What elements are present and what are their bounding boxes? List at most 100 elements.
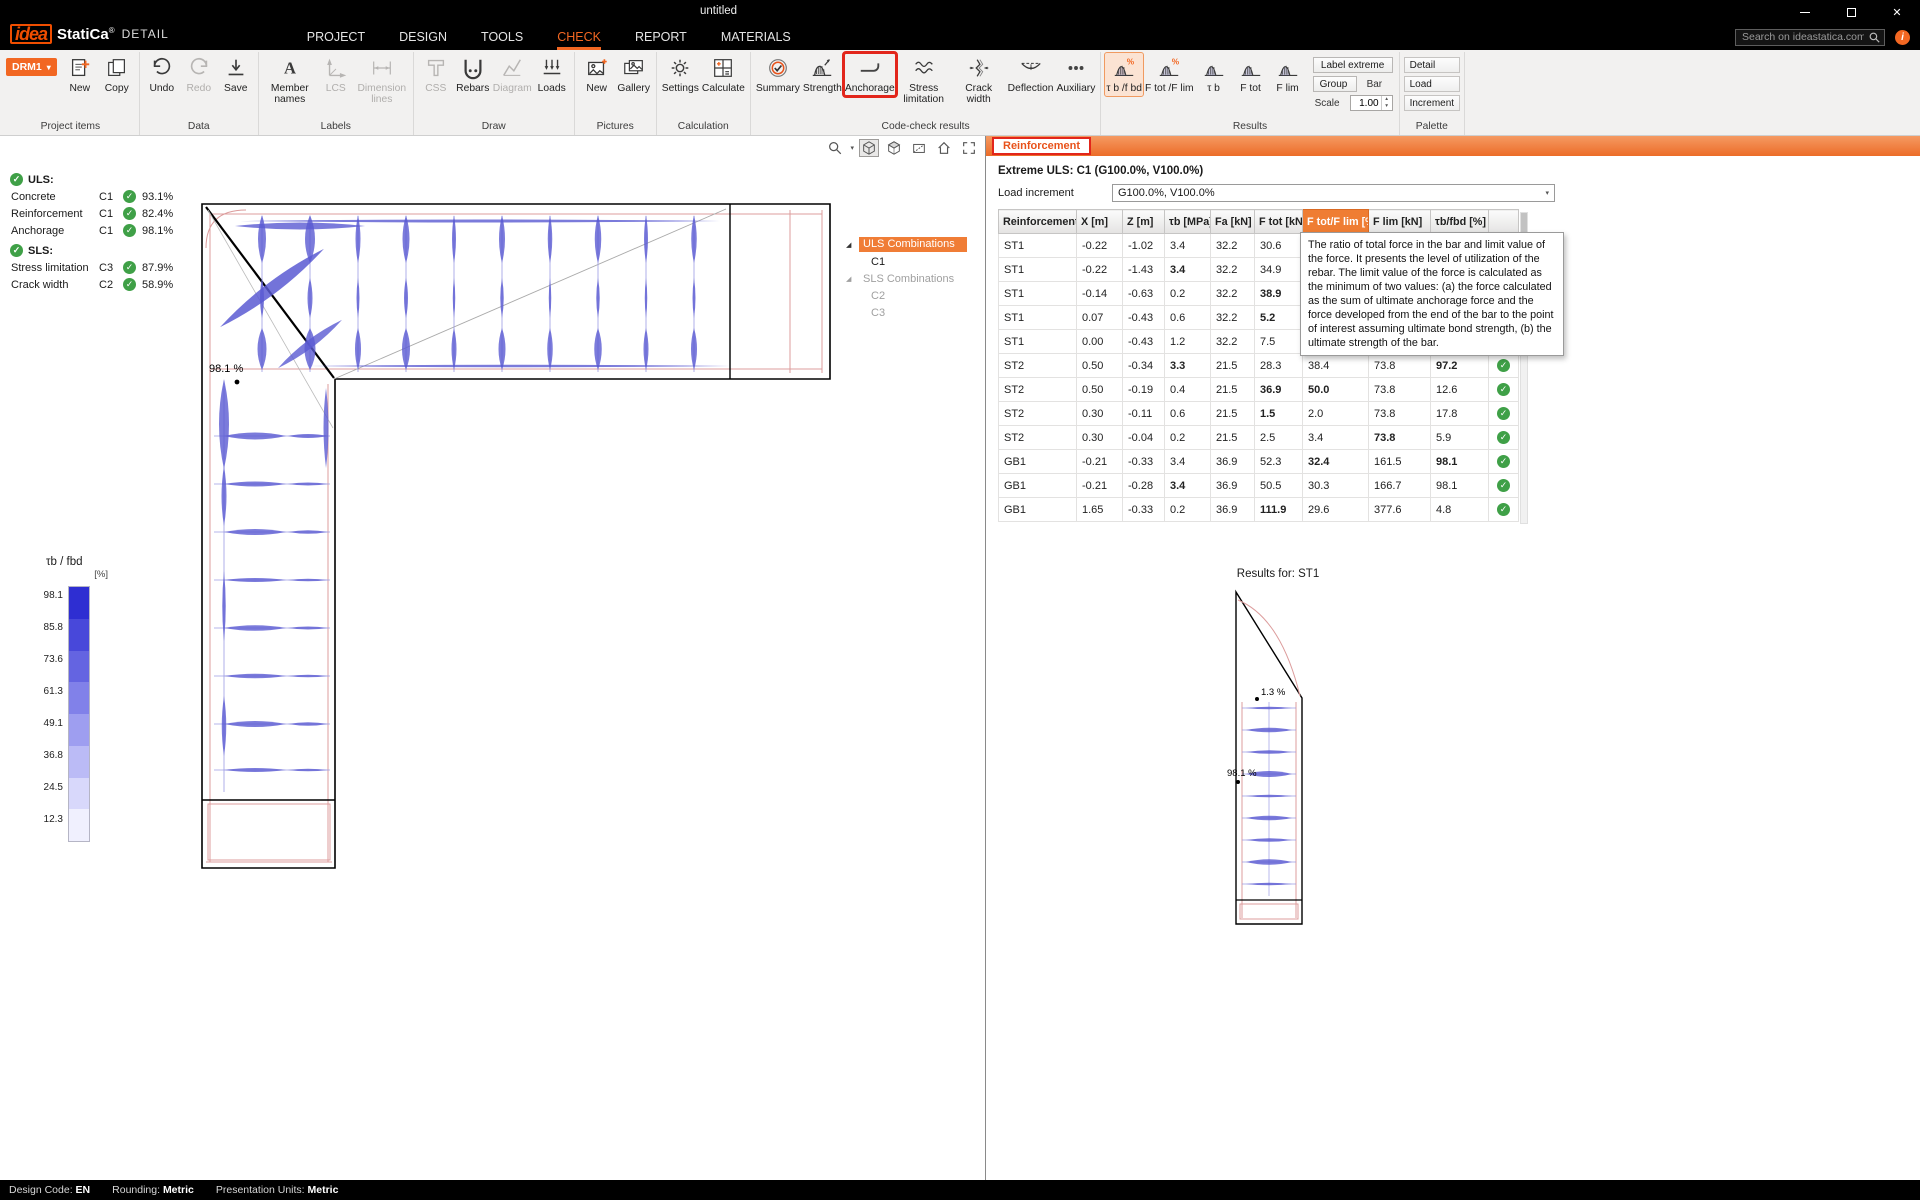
menu-item-materials[interactable]: MATERIALS bbox=[721, 24, 791, 50]
tree-item-c2[interactable]: C2 bbox=[846, 287, 967, 304]
f-tot-button[interactable]: F tot bbox=[1233, 53, 1269, 96]
gallery-button[interactable]: Gallery bbox=[616, 53, 652, 96]
deflection-button[interactable]: Deflection bbox=[1007, 53, 1055, 96]
ribbon-group-results: %τ b /f bd%F tot /F limτ bF totF lim Labe… bbox=[1101, 52, 1399, 135]
scale-input[interactable] bbox=[1351, 96, 1381, 110]
search-input[interactable] bbox=[1735, 29, 1885, 46]
minimize-button[interactable] bbox=[1782, 0, 1828, 24]
dimension-lines-button: Dimension lines bbox=[355, 53, 409, 107]
column-header[interactable] bbox=[1489, 210, 1519, 234]
section-view-button[interactable] bbox=[909, 139, 929, 157]
table-row[interactable]: ST20.50-0.190.421.536.950.073.812.6✓ bbox=[999, 378, 1519, 402]
column-header[interactable]: Z [m] bbox=[1123, 210, 1165, 234]
loads-button[interactable]: Loads bbox=[534, 53, 570, 96]
search-icon[interactable] bbox=[1868, 31, 1881, 47]
member-names-button[interactable]: AMember names bbox=[263, 53, 317, 107]
zoom-fit-button[interactable] bbox=[959, 139, 979, 157]
expander-icon[interactable]: ◢ bbox=[846, 275, 859, 283]
load-button[interactable]: Load bbox=[1404, 76, 1460, 92]
settings-button[interactable]: Settings bbox=[661, 53, 700, 96]
info-icon[interactable]: i bbox=[1895, 30, 1910, 45]
table-cell: 21.5 bbox=[1211, 378, 1255, 402]
column-header[interactable]: Reinforcement bbox=[999, 210, 1077, 234]
menu-item-project[interactable]: PROJECT bbox=[307, 24, 365, 50]
summary-button[interactable]: Summary bbox=[755, 53, 801, 96]
b-button[interactable]: τ b bbox=[1196, 53, 1232, 96]
table-row[interactable]: ST20.30-0.040.221.52.53.473.85.9✓ bbox=[999, 426, 1519, 450]
summary-row: ConcreteC1✓93.1% bbox=[10, 190, 173, 203]
column-header[interactable]: τb [MPa] bbox=[1165, 210, 1211, 234]
window-controls: ✕ bbox=[1782, 0, 1920, 24]
ribbon: DRM1▾NewCopyProject itemsUndoRedoSaveDat… bbox=[0, 50, 1920, 136]
menu-item-check[interactable]: CHECK bbox=[557, 24, 601, 50]
menu-item-report[interactable]: REPORT bbox=[635, 24, 687, 50]
save-icon bbox=[223, 55, 249, 81]
table-cell: 1.2 bbox=[1165, 330, 1211, 354]
legend-color-segment bbox=[69, 746, 89, 778]
table-row[interactable]: GB1-0.21-0.333.436.952.332.4161.598.1✓ bbox=[999, 450, 1519, 474]
increment-button[interactable]: Increment bbox=[1404, 95, 1460, 111]
rebars-button[interactable]: Rebars bbox=[455, 53, 491, 96]
calculate-button[interactable]: Calculate bbox=[701, 53, 746, 96]
column-header[interactable]: F tot/F lim [%] bbox=[1303, 210, 1369, 234]
column-header[interactable]: Fa [kN] bbox=[1211, 210, 1255, 234]
label-extreme-button[interactable]: Label extreme bbox=[1313, 57, 1393, 73]
menu-item-tools[interactable]: TOOLS bbox=[481, 24, 523, 50]
load-increment-select[interactable]: G100.0%, V100.0% ▾ bbox=[1112, 184, 1555, 202]
dimension-lines-icon bbox=[369, 55, 395, 81]
tab-reinforcement[interactable]: Reinforcement bbox=[992, 137, 1091, 155]
home-view-button[interactable] bbox=[934, 139, 954, 157]
crack-width-button[interactable]: Crack width bbox=[952, 53, 1006, 107]
tree-item-uls-combinations[interactable]: ◢ULS Combinations bbox=[846, 236, 967, 253]
tree-item-c1[interactable]: C1 bbox=[846, 253, 967, 270]
table-row[interactable]: GB11.65-0.330.236.9111.929.6377.64.8✓ bbox=[999, 498, 1519, 522]
tree-item-c3[interactable]: C3 bbox=[846, 304, 967, 321]
legend-color-segment bbox=[69, 619, 89, 651]
active-item-selector[interactable]: DRM1▾ bbox=[6, 58, 57, 76]
zoom-menu-chevron-icon[interactable]: ▾ bbox=[850, 144, 854, 152]
table-cell: 3.4 bbox=[1165, 450, 1211, 474]
new-button[interactable]: New bbox=[62, 53, 98, 96]
scale-stepper[interactable]: ▴▾ bbox=[1350, 95, 1393, 111]
tree-item-sls-combinations[interactable]: ◢SLS Combinations bbox=[846, 270, 967, 287]
undo-button[interactable]: Undo bbox=[144, 53, 180, 96]
copy-button[interactable]: Copy bbox=[99, 53, 135, 96]
column-header[interactable]: X [m] bbox=[1077, 210, 1123, 234]
new-picture-icon bbox=[584, 55, 610, 81]
table-row[interactable]: ST20.30-0.110.621.51.52.073.817.8✓ bbox=[999, 402, 1519, 426]
column-header[interactable]: τb/fbd [%] bbox=[1431, 210, 1489, 234]
b-f-bd-button[interactable]: %τ b /f bd bbox=[1105, 53, 1143, 96]
maximize-button[interactable] bbox=[1828, 0, 1874, 24]
group-button[interactable]: Group bbox=[1313, 76, 1357, 92]
summary-section-header: ✓ULS: bbox=[10, 173, 173, 186]
table-cell: 0.30 bbox=[1077, 426, 1123, 450]
save-button[interactable]: Save bbox=[218, 53, 254, 96]
f-lim-button[interactable]: F lim bbox=[1270, 53, 1306, 96]
menu-item-design[interactable]: DESIGN bbox=[399, 24, 447, 50]
check-ok-icon: ✓ bbox=[10, 173, 23, 186]
strength-button[interactable]: Strength bbox=[802, 53, 843, 96]
zoom-tool-button[interactable] bbox=[825, 139, 845, 157]
new-button[interactable]: New bbox=[579, 53, 615, 96]
detail-button[interactable]: Detail bbox=[1404, 57, 1460, 73]
search-box[interactable] bbox=[1735, 29, 1885, 46]
table-row[interactable]: ST20.50-0.343.321.528.338.473.897.2✓ bbox=[999, 354, 1519, 378]
column-header[interactable]: F tot [kN] bbox=[1255, 210, 1303, 234]
canvas-area[interactable]: 98.1 % ✓ULS:ConcreteC1✓93.1%Reinforcemen… bbox=[0, 136, 985, 1180]
panel-tabbar: Reinforcement bbox=[986, 136, 1920, 156]
column-header[interactable]: F lim [kN] bbox=[1369, 210, 1431, 234]
stress-limitation-button[interactable]: Stress limitation bbox=[897, 53, 951, 107]
legend-tick: 98.1 bbox=[44, 590, 63, 601]
stepper-arrows-icon[interactable]: ▴▾ bbox=[1381, 96, 1392, 110]
axonometry-view-button[interactable] bbox=[859, 139, 879, 157]
auxiliary-button[interactable]: Auxiliary bbox=[1055, 53, 1096, 96]
summary-section-header: ✓SLS: bbox=[10, 244, 173, 257]
anchorage-button[interactable]: Anchorage bbox=[844, 53, 896, 96]
display-mode-button[interactable] bbox=[884, 139, 904, 157]
f-tot-f-lim-button[interactable]: %F tot /F lim bbox=[1144, 53, 1195, 96]
close-button[interactable]: ✕ bbox=[1874, 0, 1920, 24]
table-cell: 3.4 bbox=[1303, 426, 1369, 450]
table-row[interactable]: GB1-0.21-0.283.436.950.530.3166.798.1✓ bbox=[999, 474, 1519, 498]
table-cell: ST1 bbox=[999, 282, 1077, 306]
expander-icon[interactable]: ◢ bbox=[846, 241, 859, 249]
